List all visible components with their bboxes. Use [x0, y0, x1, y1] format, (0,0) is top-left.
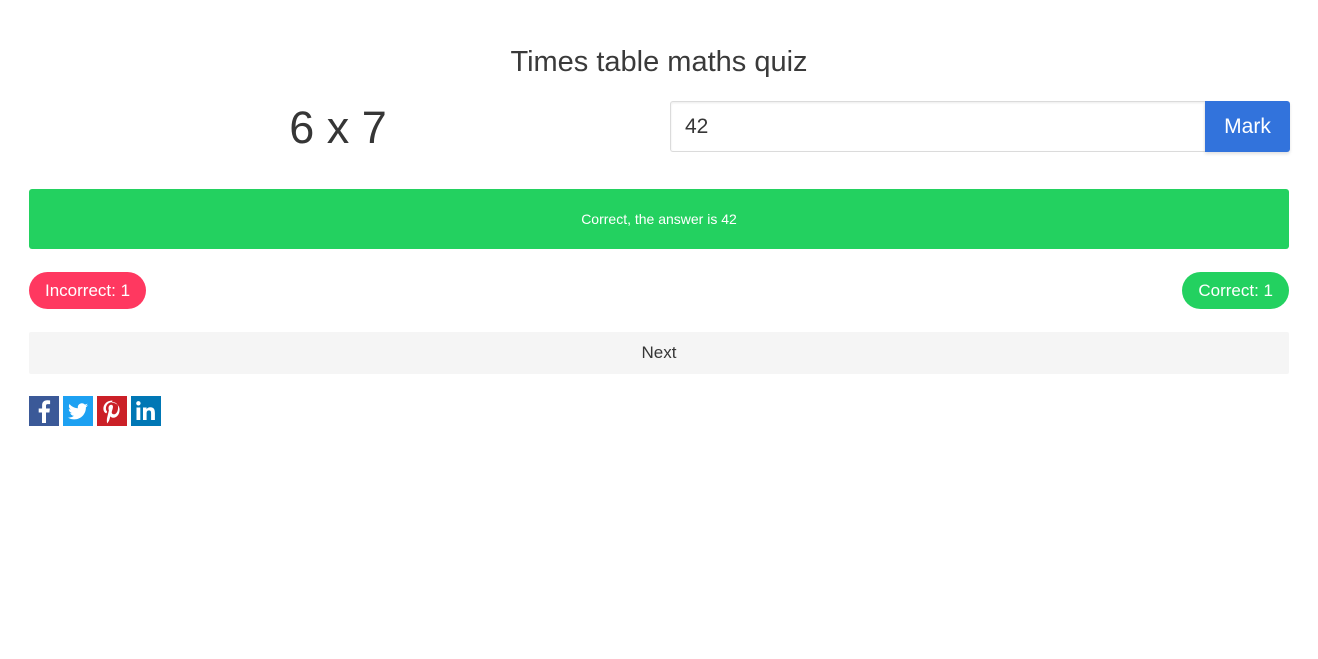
mark-button[interactable]: Mark [1205, 101, 1290, 152]
share-pinterest-button[interactable] [97, 396, 127, 426]
linkedin-icon [136, 401, 155, 420]
next-button[interactable]: Next [29, 332, 1289, 374]
page-title: Times table maths quiz [510, 46, 808, 78]
pinterest-icon [103, 400, 120, 424]
share-twitter-button[interactable] [63, 396, 93, 426]
share-linkedin-button[interactable] [131, 396, 161, 426]
facebook-icon [38, 400, 51, 423]
share-bar [29, 396, 161, 426]
share-facebook-button[interactable] [29, 396, 59, 426]
feedback-banner: Correct, the answer is 42 [29, 189, 1289, 249]
quiz-page: Times table maths quiz 6 x 7 Mark Correc… [0, 0, 1318, 659]
incorrect-count-badge: Incorrect: 1 [29, 272, 147, 309]
question-text: 6 x 7 [289, 102, 387, 153]
answer-form: Mark [670, 101, 1290, 152]
answer-input[interactable] [670, 101, 1205, 152]
twitter-icon [68, 403, 88, 420]
correct-count-badge: Correct: 1 [1182, 272, 1289, 309]
